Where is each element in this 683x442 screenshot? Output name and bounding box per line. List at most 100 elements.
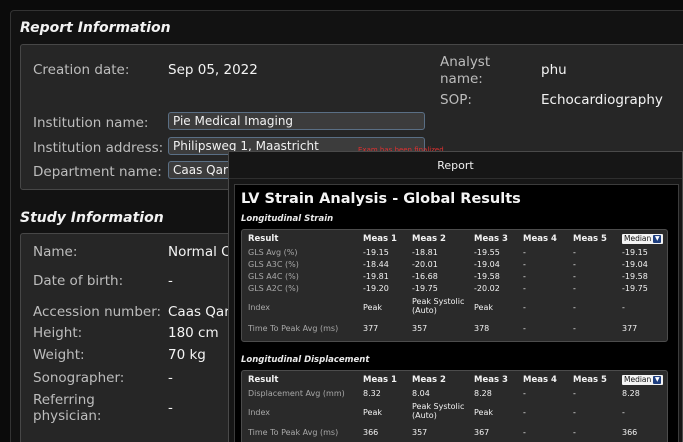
table-cell: - <box>523 324 526 333</box>
report-content[interactable]: LV Strain Analysis - Global Results Long… <box>234 184 679 442</box>
table-cell: - <box>573 260 576 269</box>
table-cell: Peak <box>363 303 382 312</box>
table-cell: 8.32 <box>363 389 381 398</box>
displacement-aggregate-select[interactable]: Median ▼ <box>622 375 664 385</box>
table-row-label: Index <box>248 408 271 417</box>
table-cell: Peak Systolic <box>412 297 465 306</box>
analyst-label-line2: name: <box>440 71 483 87</box>
table-cell: -19.04 <box>622 260 648 269</box>
table-cell: 8.28 <box>622 389 640 398</box>
creation-date-label: Creation date: <box>33 62 130 78</box>
table-cell: - <box>573 248 576 257</box>
table-row-label: Time To Peak Avg (ms) <box>248 428 339 437</box>
table-cell: -19.75 <box>412 284 438 293</box>
table-cell: - <box>622 303 625 312</box>
table-cell: Peak <box>474 303 493 312</box>
table-cell: 367 <box>474 428 490 437</box>
date-of-birth-label: Date of birth: <box>33 273 124 289</box>
table-row-label: GLS A2C (%) <box>248 284 299 293</box>
column-header: Meas 5 <box>573 375 607 385</box>
table-cell: -19.04 <box>474 260 500 269</box>
table-cell: 366 <box>622 428 638 437</box>
column-header: Meas 2 <box>412 234 446 244</box>
table-cell: - <box>573 428 576 437</box>
table-cell: 377 <box>363 324 379 333</box>
institution-address-label: Institution address: <box>33 140 164 156</box>
longitudinal-displacement-table: Result Meas 1 Meas 2 Meas 3 Meas 4 Meas … <box>241 370 668 442</box>
column-header: Meas 4 <box>523 375 557 385</box>
table-cell: Peak <box>363 408 382 417</box>
table-cell: 366 <box>363 428 379 437</box>
table-cell: -20.01 <box>412 260 438 269</box>
table-cell: - <box>523 260 526 269</box>
table-cell: - <box>523 303 526 312</box>
table-row-label: Index <box>248 303 271 312</box>
table-cell: -19.75 <box>622 284 648 293</box>
table-cell: - <box>523 284 526 293</box>
table-cell: -20.02 <box>474 284 500 293</box>
table-row-label: GLS Avg (%) <box>248 248 298 257</box>
strain-aggregate-select[interactable]: Median ▼ <box>622 234 664 244</box>
table-cell: 377 <box>622 324 638 333</box>
table-cell: -19.58 <box>622 272 648 281</box>
table-cell: - <box>523 248 526 257</box>
table-cell: - <box>573 324 576 333</box>
table-cell: - <box>523 428 526 437</box>
longitudinal-displacement-subtitle: Longitudinal Displacement <box>241 355 370 365</box>
table-cell: - <box>622 408 625 417</box>
table-cell: -19.81 <box>363 272 389 281</box>
table-cell: - <box>523 408 526 417</box>
column-header: Result <box>248 375 279 385</box>
table-cell: 8.28 <box>474 389 492 398</box>
date-of-birth-value: - <box>168 273 173 289</box>
table-cell: Peak <box>474 408 493 417</box>
sonographer-label: Sonographer: <box>33 370 125 386</box>
table-cell: -18.44 <box>363 260 389 269</box>
table-cell: 378 <box>474 324 490 333</box>
table-cell: -19.15 <box>622 248 648 257</box>
referring-physician-label-line1: Referring <box>33 392 95 408</box>
column-header: Result <box>248 234 279 244</box>
accession-number-label: Accession number: <box>33 304 162 320</box>
patient-name-value: Normal C <box>168 244 231 260</box>
table-cell: (Auto) <box>412 411 437 420</box>
creation-date-value: Sep 05, 2022 <box>168 62 258 78</box>
column-header: Meas 5 <box>573 234 607 244</box>
displacement-aggregate-select-value: Median <box>624 375 652 384</box>
table-row-label: Time To Peak Avg (ms) <box>248 324 339 333</box>
institution-name-field[interactable]: Pie Medical Imaging <box>168 112 425 130</box>
patient-name-label: Name: <box>33 244 78 260</box>
table-cell: -19.58 <box>474 272 500 281</box>
table-cell: -19.20 <box>363 284 389 293</box>
table-cell: -16.68 <box>412 272 438 281</box>
referring-physician-label-line2: physician: <box>33 408 102 424</box>
report-information-title: Report Information <box>20 20 171 36</box>
table-cell: (Auto) <box>412 306 437 315</box>
weight-label: Weight: <box>33 347 85 363</box>
sop-value: Echocardiography <box>541 92 663 108</box>
table-cell: - <box>573 284 576 293</box>
report-heading: LV Strain Analysis - Global Results <box>241 191 521 207</box>
table-cell: -19.15 <box>363 248 389 257</box>
analyst-name-value: phu <box>541 62 567 78</box>
column-header: Meas 4 <box>523 234 557 244</box>
table-cell: -18.81 <box>412 248 438 257</box>
analyst-label-line1: Analyst <box>440 54 491 70</box>
sop-label: SOP: <box>440 92 472 108</box>
table-cell: 357 <box>412 324 428 333</box>
table-cell: - <box>573 272 576 281</box>
table-cell: 8.04 <box>412 389 430 398</box>
report-dialog-title: Report <box>229 152 682 179</box>
column-header: Meas 1 <box>363 375 397 385</box>
column-header: Meas 3 <box>474 375 508 385</box>
longitudinal-strain-table: Result Meas 1 Meas 2 Meas 3 Meas 4 Meas … <box>241 229 668 342</box>
column-header: Meas 1 <box>363 234 397 244</box>
institution-name-label: Institution name: <box>33 115 149 131</box>
longitudinal-strain-subtitle: Longitudinal Strain <box>241 214 334 224</box>
table-cell: 357 <box>412 428 428 437</box>
sonographer-value: - <box>168 370 173 386</box>
strain-aggregate-select-value: Median <box>624 234 652 243</box>
height-value: 180 cm <box>168 325 219 341</box>
table-cell: - <box>523 272 526 281</box>
chevron-down-icon: ▼ <box>653 376 662 384</box>
